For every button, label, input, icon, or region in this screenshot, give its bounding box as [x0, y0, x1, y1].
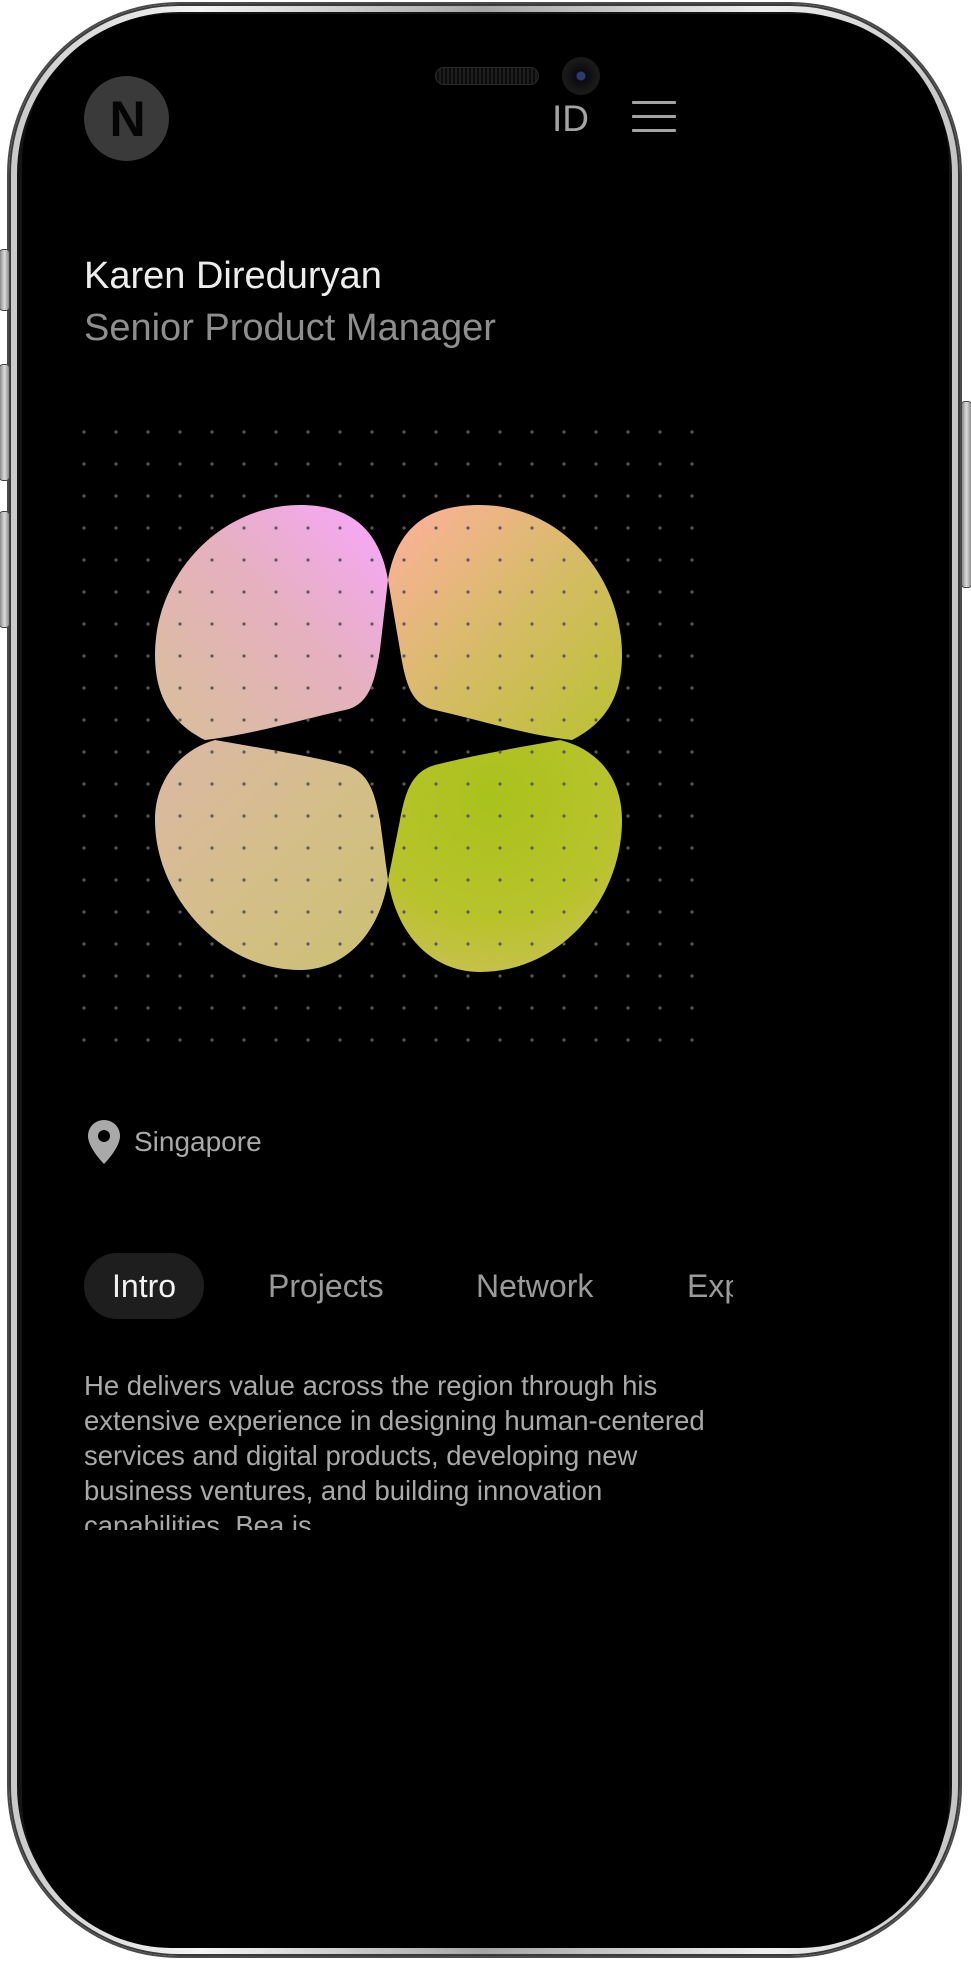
clover-gradient-artwork [60, 410, 720, 1060]
side-button-volume-up [0, 365, 9, 480]
logo-button[interactable]: N [84, 76, 169, 161]
screen: N ID Karen Direduryan Senior Product Man… [22, 14, 949, 1948]
profile-role: Senior Product Manager [84, 307, 496, 349]
side-button-volume-down [0, 512, 9, 627]
side-button-action [0, 250, 9, 310]
logo-letter: N [109, 90, 145, 147]
language-switch-button[interactable]: ID [552, 100, 589, 137]
location-text: Singapore [134, 1126, 262, 1157]
side-button-power [962, 402, 971, 587]
front-camera [562, 57, 600, 95]
map-pin-icon [88, 1120, 120, 1164]
tab-intro[interactable]: Intro [84, 1253, 205, 1319]
tab-projects[interactable]: Projects [268, 1253, 384, 1319]
dot-grid [60, 410, 720, 1060]
bio-text: He delivers value across the region thro… [84, 1370, 705, 1530]
section-tabs: Intro Projects Network Experience [84, 1253, 733, 1319]
tab-network[interactable]: Network [476, 1253, 593, 1319]
hamburger-menu-icon[interactable] [632, 101, 676, 133]
location-row: Singapore [88, 1120, 262, 1164]
profile-name: Karen Direduryan [84, 255, 382, 297]
tab-experience[interactable]: Experience [687, 1253, 733, 1319]
earpiece-speaker [435, 67, 539, 85]
